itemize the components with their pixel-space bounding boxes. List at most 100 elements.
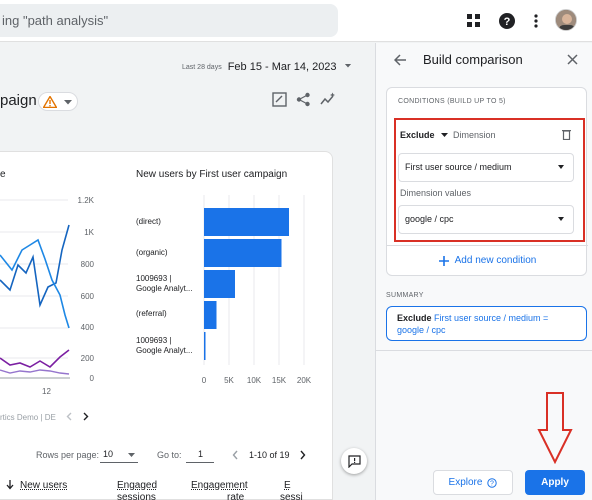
build-comparison-panel: Build comparison CONDITIONS (BUILD UP TO… — [375, 43, 592, 500]
chevron-left-icon[interactable] — [66, 412, 72, 421]
user-avatar[interactable] — [555, 9, 577, 31]
chevron-right-icon[interactable] — [83, 412, 89, 421]
col-engaged-sessions[interactable]: Engaged — [117, 480, 157, 491]
left-chart-title-fragment: e — [0, 169, 6, 180]
share-icon[interactable] — [296, 92, 311, 107]
category-label-line1: (organic) — [136, 248, 168, 257]
date-range-selector[interactable]: Last 28 days Feb 15 - Mar 14, 2023 — [182, 59, 352, 73]
summary-label: SUMMARY — [386, 292, 424, 299]
col-e-2: sessi — [280, 492, 303, 500]
warning-icon — [43, 96, 57, 108]
back-arrow-icon[interactable] — [394, 54, 407, 66]
chevron-right-icon[interactable] — [300, 450, 306, 460]
exclude-dropdown[interactable]: Exclude — [400, 130, 449, 140]
dimension-select[interactable]: First user source / medium — [398, 153, 574, 182]
category-label: 1009693 | Google Analyt... — [136, 336, 192, 356]
category-label-line1: 1009693 | — [136, 336, 172, 345]
col-engaged-sessions-2: sessions — [117, 492, 156, 500]
close-icon[interactable] — [567, 54, 578, 65]
divider — [376, 350, 592, 351]
warning-chip[interactable] — [38, 92, 78, 111]
caret-down-icon — [558, 217, 564, 221]
bar[interactable] — [204, 332, 206, 360]
apply-label: Apply — [541, 477, 569, 488]
help-icon[interactable]: ? — [496, 10, 518, 32]
rows-per-page-label: Rows per page: — [36, 450, 100, 460]
top-bar: ing "path analysis" ? — [0, 0, 592, 42]
help-circle-icon: ? — [487, 477, 498, 488]
insights-icon[interactable] — [320, 92, 336, 107]
bar[interactable] — [204, 301, 217, 329]
page-title: paign — [0, 92, 37, 109]
bar-chart — [203, 195, 305, 365]
y-tick-label: 400 — [80, 323, 94, 332]
svg-text:?: ? — [504, 16, 511, 28]
rows-per-page-value: 10 — [103, 449, 114, 459]
annotation-arrow-icon — [537, 392, 573, 464]
feedback-icon — [347, 454, 361, 468]
category-label: (direct) — [136, 217, 161, 227]
chevron-left-icon[interactable] — [232, 450, 238, 460]
search-input[interactable]: ing "path analysis" — [0, 4, 338, 37]
col-engagement-rate-2: rate — [227, 492, 245, 500]
y-tick-label: 800 — [80, 260, 94, 269]
x-tick-label: 0 — [201, 376, 207, 385]
category-label: 1009693 | Google Analyt... — [136, 274, 192, 294]
delete-icon[interactable] — [562, 129, 571, 140]
explore-button[interactable]: Explore ? — [433, 470, 513, 495]
highlighted-condition: Exclude Dimension First user source / me… — [394, 118, 585, 242]
summary-box: Exclude First user source / medium = goo… — [386, 306, 587, 341]
category-label-line1: (referral) — [136, 309, 167, 318]
explore-label: Explore — [448, 477, 483, 488]
dimension-value: First user source / medium — [405, 162, 512, 172]
dimension-values-select[interactable]: google / cpc — [398, 205, 574, 234]
dimension-values-label: Dimension values — [400, 188, 472, 198]
page-range: 1-10 of 19 — [249, 450, 290, 460]
more-vert-icon[interactable] — [525, 10, 547, 32]
col-engagement-rate[interactable]: Engagement — [191, 480, 248, 491]
col-new-users[interactable]: New users — [20, 480, 67, 491]
line-series-2 — [0, 238, 70, 329]
goto-value: 1 — [198, 449, 204, 459]
exclude-label: Exclude — [400, 130, 435, 140]
line-series-4 — [0, 369, 70, 375]
bar-chart-title: New users by First user campaign — [136, 169, 288, 180]
dimension-values-value: google / cpc — [405, 214, 454, 224]
y-tick-label: 200 — [80, 354, 94, 363]
feedback-button[interactable] — [341, 448, 367, 474]
sort-arrow-icon[interactable] — [6, 480, 14, 490]
rows-per-page-select[interactable]: 10 — [100, 446, 138, 463]
add-condition-button[interactable]: Add new condition — [387, 245, 588, 275]
x-tick-label: 12 — [42, 387, 51, 396]
col-e[interactable]: E — [284, 480, 291, 491]
conditions-header: CONDITIONS (BUILD UP TO 5) — [398, 98, 506, 105]
date-range-text: Feb 15 - Mar 14, 2023 — [227, 61, 337, 73]
category-label-line2: Google Analyt... — [136, 284, 193, 293]
y-tick-label: 1.2K — [77, 196, 94, 205]
chart-footer: rtics Demo | DE — [0, 413, 56, 422]
apply-button[interactable]: Apply — [525, 470, 585, 495]
caret-down-icon — [441, 133, 449, 137]
summary-bold: Exclude — [397, 313, 432, 323]
add-condition-label: Add new condition — [454, 255, 537, 266]
dimension-label: Dimension — [453, 130, 496, 140]
bar[interactable] — [204, 239, 282, 267]
category-label-line2: Google Analyt... — [136, 346, 193, 355]
goto-input[interactable]: 1 — [186, 446, 214, 463]
category-label: (organic) — [136, 248, 168, 258]
apps-grid-icon[interactable] — [463, 10, 485, 32]
category-label-line1: (direct) — [136, 217, 161, 226]
panel-title: Build comparison — [423, 52, 523, 67]
customize-report-icon[interactable] — [272, 92, 287, 107]
date-preset-label: Last 28 days — [182, 64, 222, 71]
svg-text:?: ? — [491, 480, 495, 487]
bar[interactable] — [204, 208, 289, 236]
conditions-card: CONDITIONS (BUILD UP TO 5) Exclude Dimen… — [386, 87, 588, 276]
y-tick-label: 600 — [80, 292, 94, 301]
bar[interactable] — [204, 270, 235, 298]
caret-down-icon — [558, 165, 564, 169]
category-label-line1: 1009693 | — [136, 274, 172, 283]
x-tick-label: 20K — [296, 376, 312, 385]
x-tick-label: 10K — [246, 376, 262, 385]
y-tick-label: 1K — [84, 228, 94, 237]
